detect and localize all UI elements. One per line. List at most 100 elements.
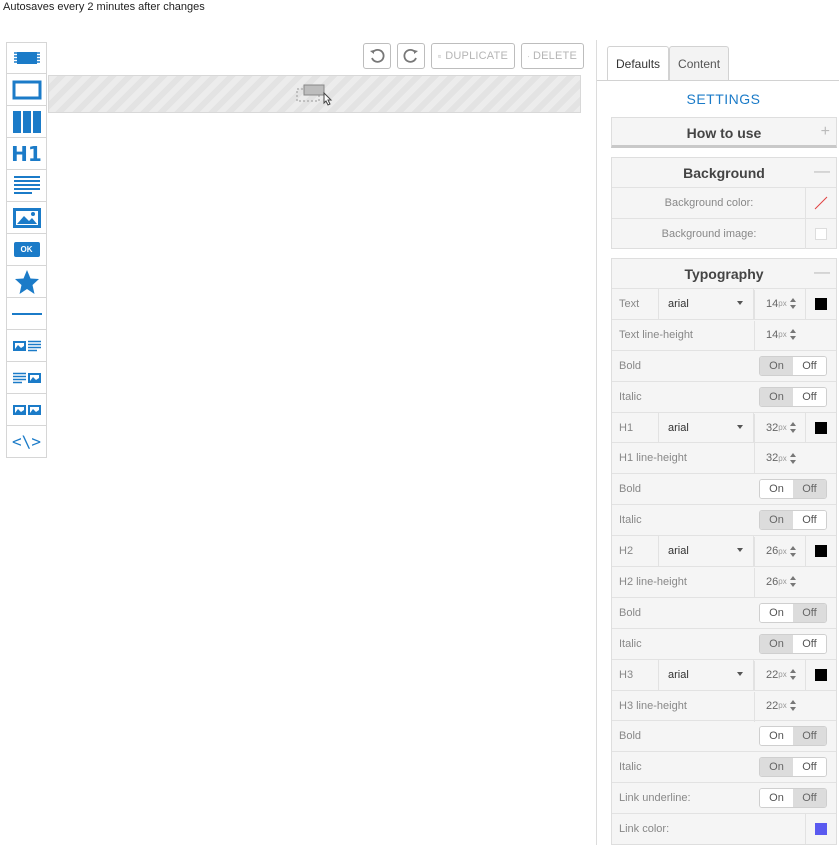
toggle-on[interactable]: On [760, 789, 793, 808]
undo-button[interactable] [363, 43, 391, 69]
h2-color-picker[interactable] [805, 536, 836, 567]
how-to-use-section[interactable]: How to use + [611, 117, 837, 148]
collapse-icon[interactable]: — [814, 264, 830, 282]
spinner-icon[interactable] [789, 669, 796, 681]
toggle-on[interactable]: On [760, 727, 793, 746]
how-to-use-title: How to use [686, 124, 762, 141]
background-image-label: Background image: [661, 227, 757, 240]
toggle-on[interactable]: On [760, 634, 793, 653]
toggle-off[interactable]: Off [793, 758, 826, 777]
spinner-icon[interactable] [789, 576, 796, 588]
h3-line-height-stepper[interactable]: 22 px [754, 691, 796, 722]
italic-label: Italic [619, 761, 642, 774]
italic-label: Italic [619, 514, 642, 527]
toggle-on[interactable]: On [760, 511, 793, 530]
code-tool[interactable]: <\> [7, 426, 46, 458]
toggle-off[interactable]: Off [793, 634, 826, 653]
star-tool[interactable] [7, 266, 46, 298]
h1-italic-toggle[interactable]: On Off [759, 510, 827, 531]
text-tool[interactable] [7, 170, 46, 202]
link-color-swatch [815, 823, 827, 836]
expand-icon[interactable]: + [821, 123, 830, 141]
button-tool[interactable]: OK [7, 234, 46, 266]
toggle-off[interactable]: Off [793, 511, 826, 530]
collapse-icon[interactable]: — [814, 163, 830, 181]
toggle-on[interactable]: On [760, 356, 793, 375]
heading-tool[interactable]: H1 [7, 138, 46, 170]
box-tool[interactable] [7, 74, 46, 106]
block-tool[interactable] [7, 42, 46, 74]
text-italic-toggle[interactable]: On Off [759, 386, 827, 407]
toggle-on[interactable]: On [760, 480, 793, 499]
link-underline-toggle[interactable]: On Off [759, 788, 827, 809]
redo-button[interactable] [397, 43, 425, 69]
image-text-tool[interactable] [7, 330, 46, 362]
text-color-picker[interactable] [805, 289, 836, 319]
toggle-off[interactable]: Off [793, 356, 826, 375]
heading-tool-icon: H1 [11, 141, 42, 166]
h3-font-select[interactable]: arial [658, 659, 754, 690]
spinner-icon[interactable] [789, 298, 796, 310]
h1-line-height-stepper[interactable]: 32 px [754, 444, 796, 475]
h2-font-select[interactable]: arial [658, 536, 754, 567]
empty-block-dropzone[interactable] [48, 75, 581, 113]
two-images-tool[interactable] [7, 394, 46, 426]
toggle-off[interactable]: Off [793, 387, 826, 406]
bold-label: Bold [619, 483, 642, 496]
h2-font-value: arial [668, 545, 689, 558]
background-image-picker[interactable] [805, 218, 836, 249]
h3-italic-toggle[interactable]: On Off [759, 757, 827, 778]
typography-header[interactable]: Typography — [612, 259, 836, 288]
toggle-on[interactable]: On [760, 758, 793, 777]
text-bold-toggle[interactable]: On Off [759, 355, 827, 376]
background-header[interactable]: Background — [612, 158, 836, 187]
px-unit: px [778, 330, 787, 340]
h2-italic-toggle[interactable]: On Off [759, 633, 827, 654]
toggle-off[interactable]: Off [793, 727, 826, 746]
h2-font-label: H2 [619, 545, 634, 558]
toggle-off[interactable]: Off [793, 789, 826, 808]
h2-color-swatch [815, 545, 827, 558]
divider-tool[interactable] [7, 298, 46, 330]
panel-tabs: Defaults Content [607, 46, 730, 81]
h3-color-picker[interactable] [805, 659, 836, 690]
tab-content[interactable]: Content [669, 46, 730, 81]
h1-color-picker[interactable] [805, 412, 836, 443]
h1-size-stepper[interactable]: 32 px [754, 413, 796, 444]
block-tool-icon [13, 52, 40, 64]
spinner-icon[interactable] [789, 452, 796, 464]
h2-line-height-stepper[interactable]: 26 px [754, 567, 796, 598]
h2-bold-toggle[interactable]: On Off [759, 602, 827, 623]
spinner-icon[interactable] [789, 422, 796, 433]
h1-bold-toggle[interactable]: On Off [759, 479, 827, 500]
duplicate-button[interactable]: DUPLICATE [431, 43, 515, 69]
background-color-picker[interactable] [805, 188, 836, 218]
how-to-use-header[interactable]: How to use + [612, 118, 836, 147]
image-tool[interactable] [7, 202, 46, 234]
toggle-off[interactable]: Off [793, 480, 826, 499]
duplicate-icon [438, 54, 442, 58]
text-line-height-stepper[interactable]: 14 px [754, 320, 796, 351]
toggle-off[interactable]: Off [793, 603, 826, 622]
bold-label: Bold [619, 606, 642, 619]
text-image-tool[interactable] [7, 362, 46, 394]
h3-size-stepper[interactable]: 22 px [754, 660, 796, 691]
h3-bold-toggle[interactable]: On Off [759, 726, 827, 747]
h3-color-swatch [815, 668, 827, 681]
h1-font-select[interactable]: arial [658, 412, 754, 443]
text-size-stepper[interactable]: 14 px [754, 289, 796, 320]
px-unit: px [778, 670, 787, 680]
link-color-picker[interactable] [805, 814, 836, 845]
delete-button[interactable]: DELETE [521, 43, 584, 69]
toggle-on[interactable]: On [760, 603, 793, 622]
h3-line-height-row: H3 line-height 22 px [612, 689, 836, 722]
h1-italic-row: Italic On Off [612, 504, 836, 535]
tab-defaults[interactable]: Defaults [607, 46, 670, 81]
spinner-icon[interactable] [789, 329, 796, 341]
toggle-on[interactable]: On [760, 387, 793, 406]
spinner-icon[interactable] [789, 700, 796, 712]
spinner-icon[interactable] [789, 545, 796, 557]
text-font-select[interactable]: arial [658, 289, 754, 319]
columns-tool[interactable] [7, 106, 46, 138]
h2-size-stepper[interactable]: 26 px [754, 537, 796, 568]
